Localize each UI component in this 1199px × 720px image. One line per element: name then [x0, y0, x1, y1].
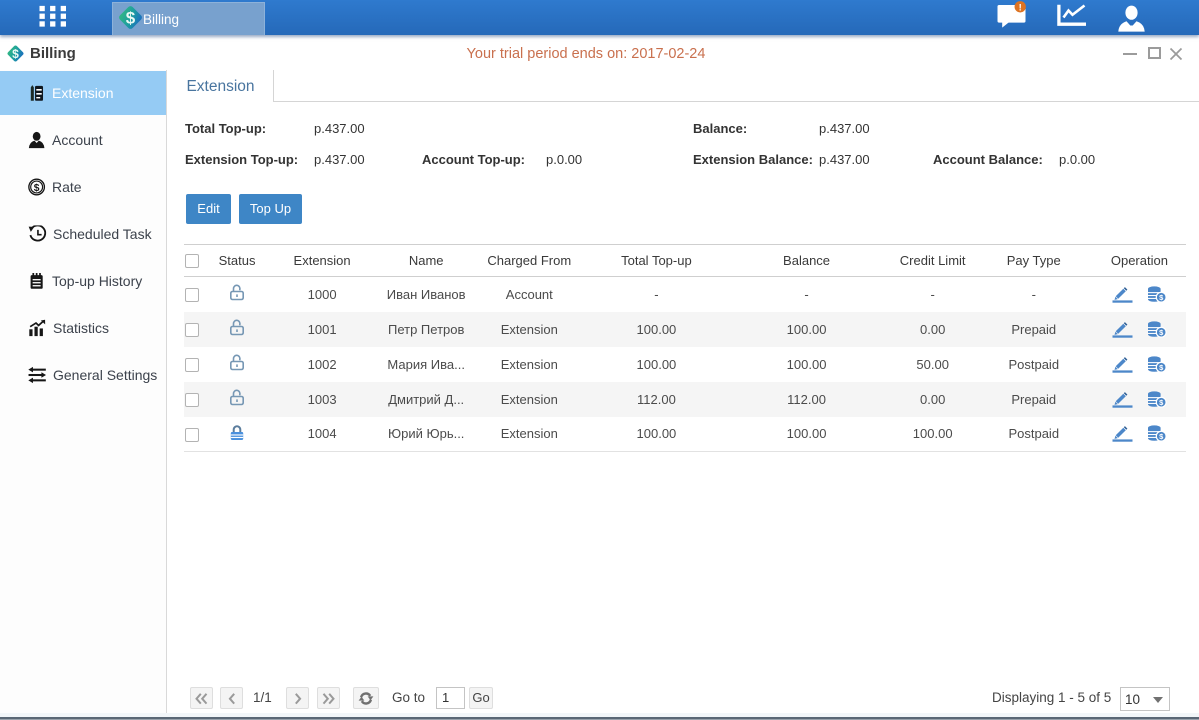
svg-text:!: !: [1019, 2, 1022, 13]
svg-text:$: $: [34, 183, 40, 194]
svg-text:$: $: [126, 8, 136, 27]
